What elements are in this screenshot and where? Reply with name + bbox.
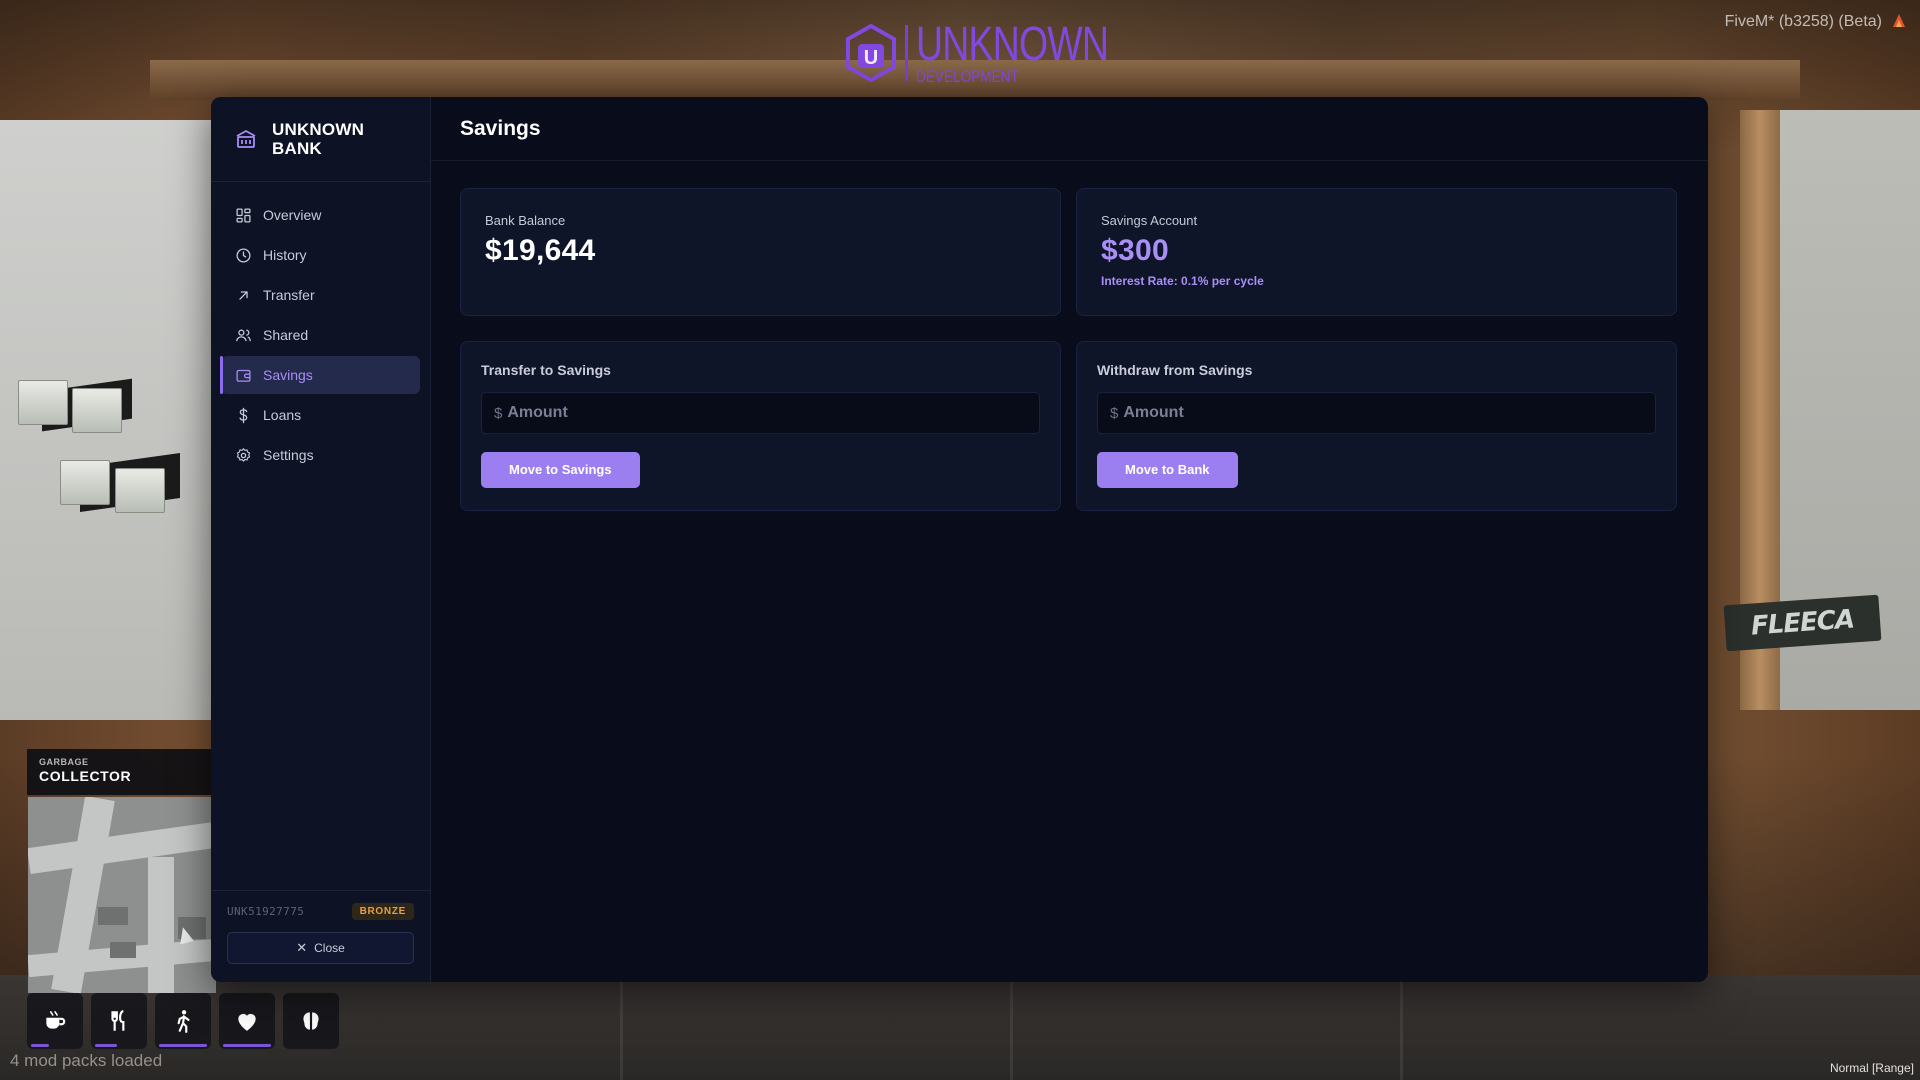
transfer-amount-field[interactable]: $ — [481, 392, 1040, 434]
health-status — [219, 993, 275, 1049]
bank-title: UNKNOWN BANK — [272, 120, 365, 158]
brochure — [60, 460, 110, 505]
sidebar-item-label: Savings — [263, 367, 313, 383]
coffee-status — [27, 993, 83, 1049]
main-content: Savings Bank Balance $19,644 Savings Acc… — [431, 97, 1708, 982]
transfer-amount-input[interactable] — [507, 404, 1008, 422]
sidebar-item-transfer[interactable]: Transfer — [221, 276, 420, 314]
bank-brand: UNKNOWN BANK — [211, 97, 430, 182]
stress-status — [283, 993, 339, 1049]
users-icon — [236, 329, 251, 341]
page-header: Savings — [431, 97, 1708, 161]
withdraw-from-savings-card: Withdraw from Savings $ Move to Bank — [1076, 341, 1677, 511]
savings-account-value: $300 — [1101, 234, 1169, 267]
food-icon — [111, 1010, 125, 1031]
wallet-icon — [236, 369, 251, 382]
grid-icon — [236, 207, 251, 223]
server-logo: U UNKNOWN DEVELOPMENT — [845, 18, 1162, 86]
sidebar-item-label: Shared — [263, 327, 309, 343]
sidebar-item-loans[interactable]: Loans — [221, 396, 420, 434]
transfer-title: Transfer to Savings — [481, 362, 611, 378]
savings-account-card: Savings Account $300 Interest Rate: 0.1%… — [1076, 188, 1677, 316]
fivem-icon — [1893, 14, 1905, 27]
coffee-icon — [46, 1011, 66, 1029]
withdraw-amount-field[interactable]: $ — [1097, 392, 1656, 434]
sidebar-item-history[interactable]: History — [221, 236, 420, 274]
currency-symbol: $ — [1110, 404, 1119, 422]
health-icon — [238, 1013, 256, 1031]
sidebar-item-settings[interactable]: Settings — [221, 436, 420, 474]
dollar-icon — [239, 407, 248, 423]
savings-account-label: Savings Account — [1101, 213, 1198, 228]
sidebar-item-label: Overview — [263, 207, 322, 223]
stamina-icon — [177, 1010, 190, 1033]
gear-icon — [236, 447, 251, 462]
status-bar — [27, 993, 339, 1049]
bank-balance-card: Bank Balance $19,644 — [460, 188, 1061, 316]
withdraw-title: Withdraw from Savings — [1097, 362, 1253, 378]
sidebar-item-label: Transfer — [263, 287, 315, 303]
tier-badge: BRONZE — [351, 903, 414, 920]
withdraw-amount-input[interactable] — [1123, 404, 1624, 422]
sidebar-item-overview[interactable]: Overview — [221, 196, 420, 234]
close-icon: ✕ — [296, 940, 308, 955]
fivem-version: FiveM* (b3258) (Beta) — [1724, 13, 1882, 30]
stamina-status — [155, 993, 211, 1049]
job-label: GARBAGE COLLECTOR — [27, 749, 217, 795]
logo-word: UNKNOWN — [916, 18, 1109, 71]
brochure — [72, 388, 122, 433]
sidebar: UNKNOWN BANK Overview History Transfer S… — [211, 97, 431, 982]
currency-symbol: $ — [494, 404, 503, 422]
sidebar-footer: UNK51927775 BRONZE ✕ Close — [211, 890, 430, 982]
savings-cards: Bank Balance $19,644 Savings Account $30… — [460, 188, 1677, 511]
brochure — [18, 380, 68, 425]
account-number: UNK51927775 — [227, 905, 305, 918]
sidebar-item-savings[interactable]: Savings — [220, 356, 420, 394]
interest-rate-note: Interest Rate: 0.1% per cycle — [1101, 274, 1264, 288]
food-status — [91, 993, 147, 1049]
stress-icon — [303, 1012, 319, 1030]
bank-icon — [236, 130, 256, 148]
sidebar-nav: Overview History Transfer Shared Savings… — [211, 182, 430, 474]
mods-loaded-text: 4 mod packs loaded — [10, 1051, 163, 1070]
move-to-savings-button[interactable]: Move to Savings — [481, 452, 640, 488]
minimap — [28, 797, 216, 993]
sidebar-item-shared[interactable]: Shared — [221, 316, 420, 354]
brochure — [115, 468, 165, 513]
close-button[interactable]: ✕ Close — [227, 932, 414, 964]
page-title: Savings — [460, 116, 541, 140]
sidebar-item-label: Loans — [263, 407, 302, 423]
logo-hex-icon: U — [846, 24, 896, 82]
transfer-to-savings-card: Transfer to Savings $ Move to Savings — [460, 341, 1061, 511]
sidebar-item-label: Settings — [263, 447, 314, 463]
logo-subword: DEVELOPMENT — [916, 67, 1019, 86]
move-to-bank-button[interactable]: Move to Bank — [1097, 452, 1238, 488]
sidebar-item-label: History — [263, 247, 307, 263]
clock-icon — [236, 247, 251, 263]
arrow-up-right-icon — [239, 290, 248, 300]
svg-text:U: U — [864, 47, 878, 69]
voice-mode-text: Normal [Range] — [1829, 1061, 1914, 1075]
bank-balance-label: Bank Balance — [485, 213, 566, 228]
bank-balance-value: $19,644 — [485, 234, 596, 267]
bank-app-window: UNKNOWN BANK Overview History Transfer S… — [211, 97, 1708, 982]
